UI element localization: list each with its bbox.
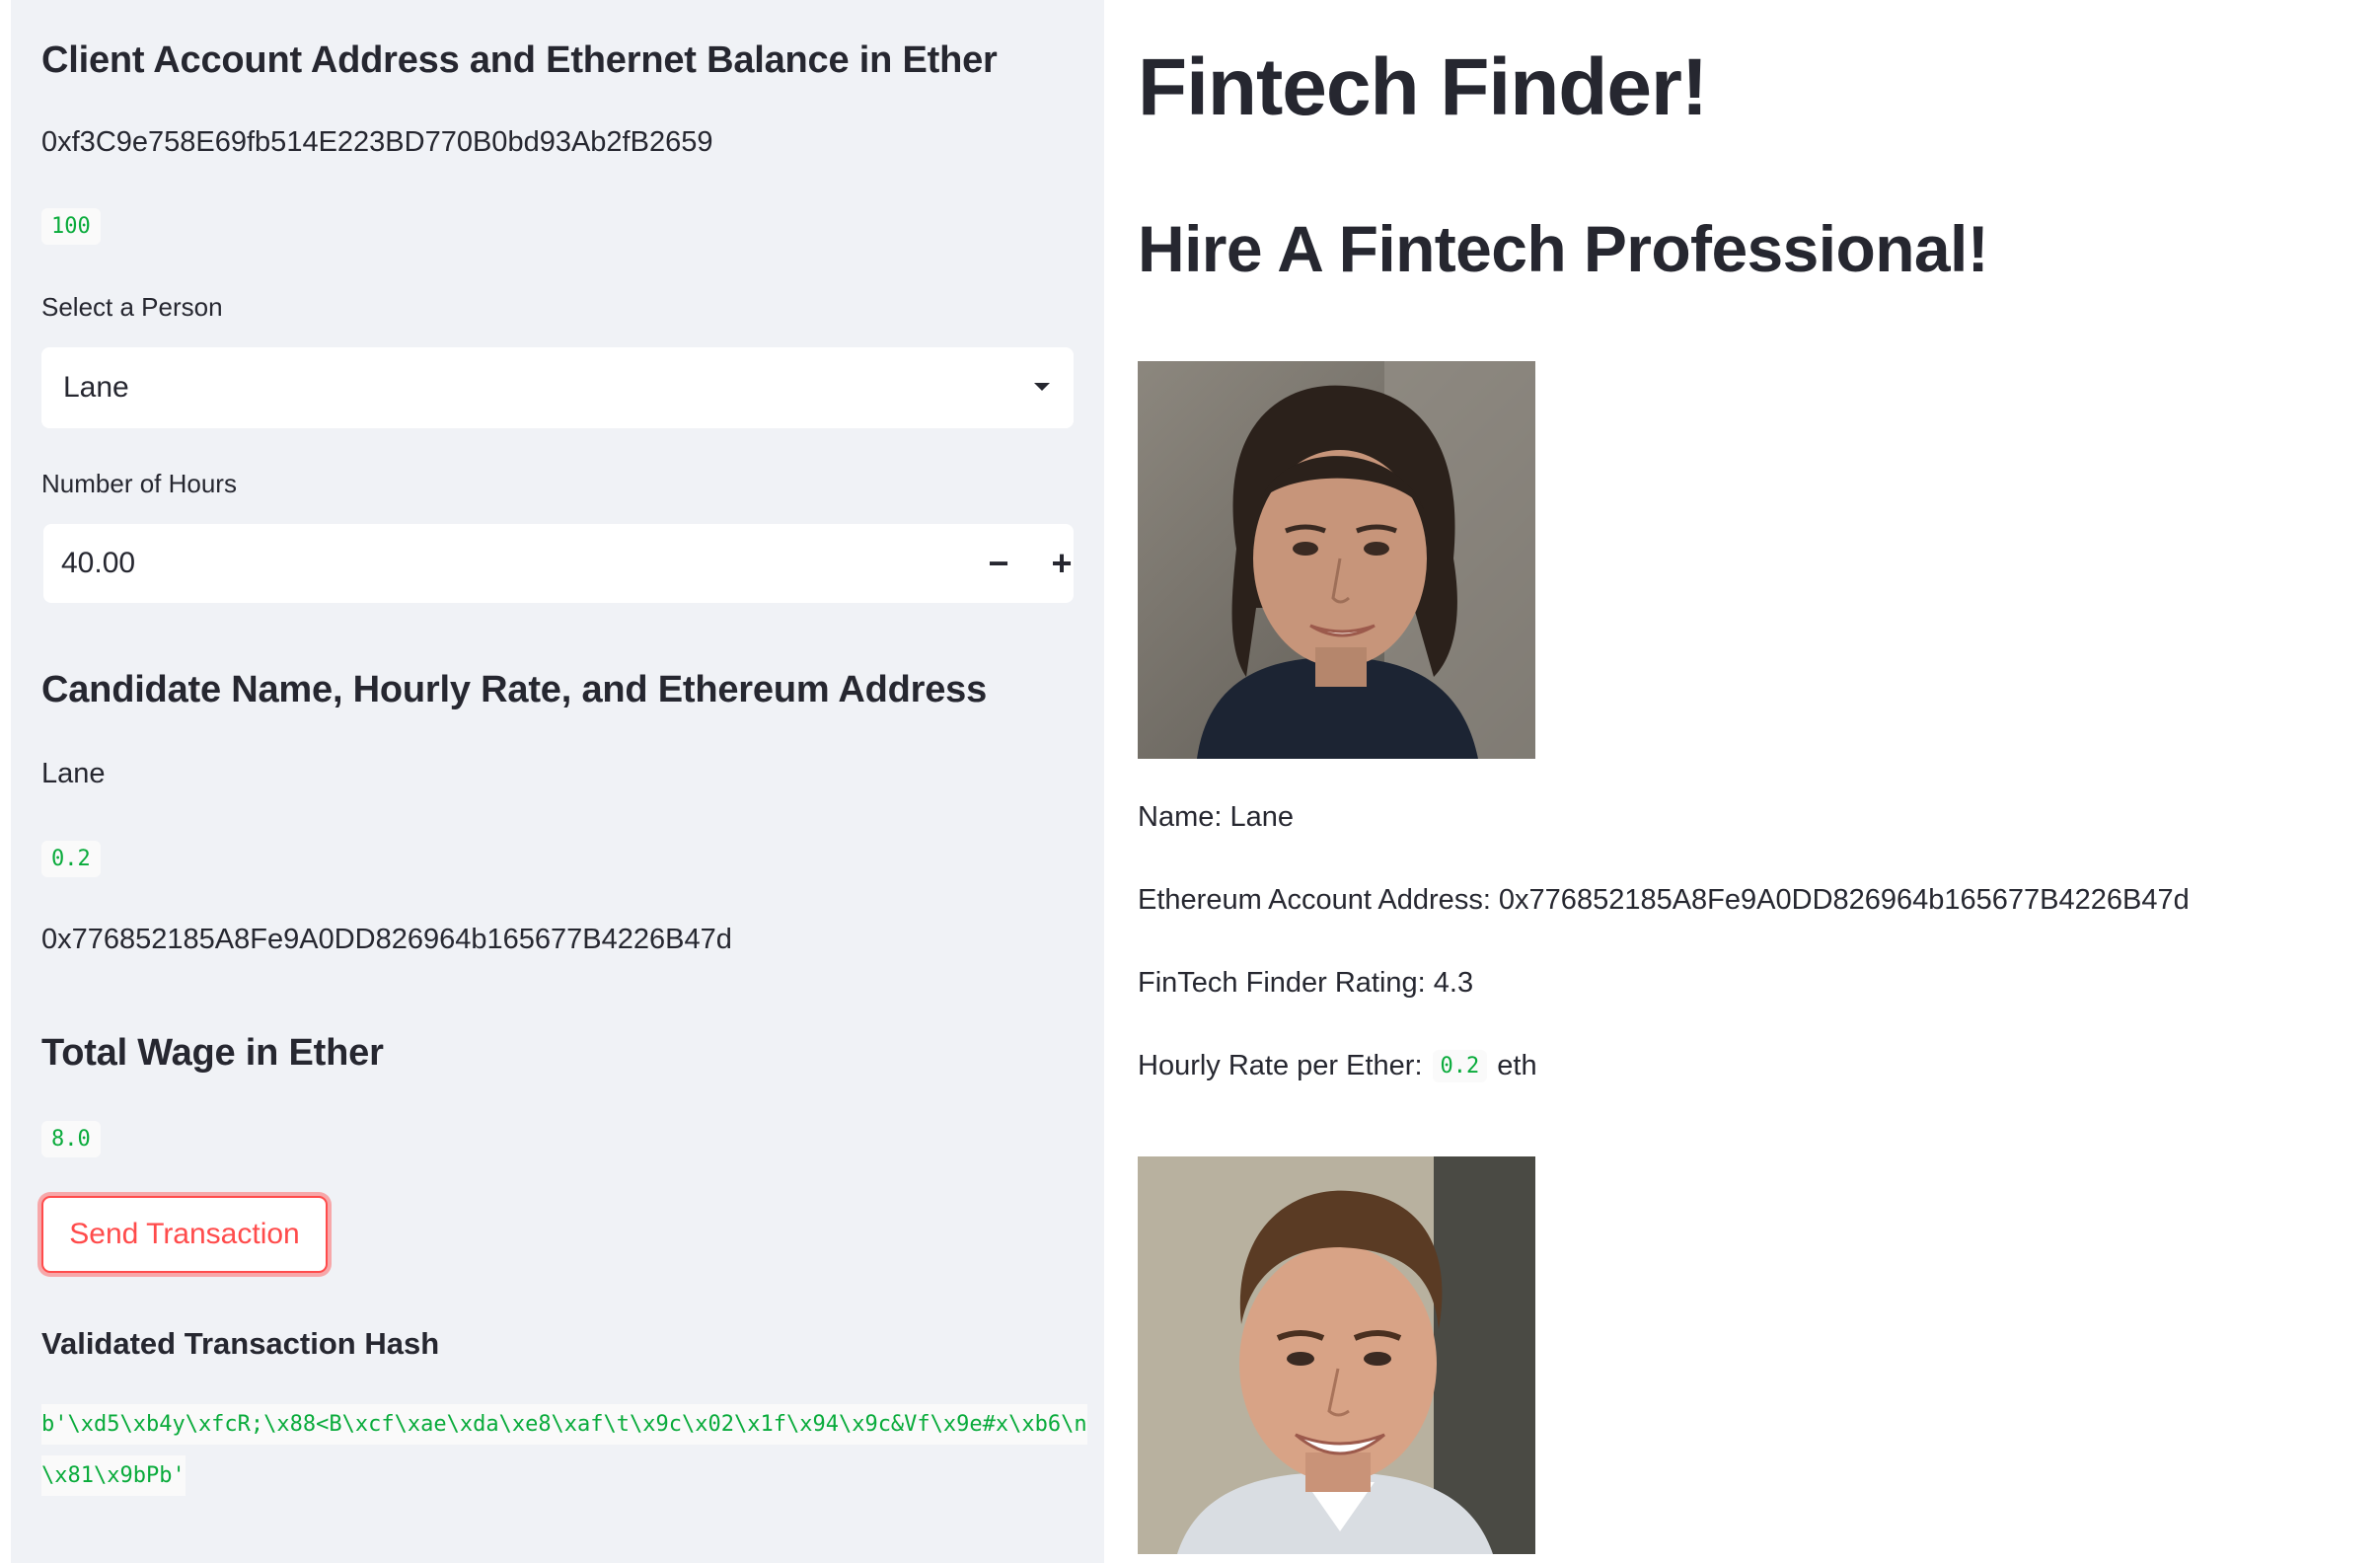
candidate-address: 0x776852185A8Fe9A0DD826964b165677B4226B4… xyxy=(41,924,732,955)
page-subtitle: Hire A Fintech Professional! xyxy=(1138,212,1989,285)
wage-value: 8.0 xyxy=(41,1121,101,1157)
left-gutter xyxy=(0,0,11,1563)
candidate-photo-lane xyxy=(1138,361,1535,759)
candidate-name-line: Name: Lane xyxy=(1138,801,1294,833)
transaction-hash-value: b'\xd5\xb4y\xfcR;\x88<B\xcf\xae\xda\xe8\… xyxy=(41,1404,1087,1496)
candidate-rating-line: FinTech Finder Rating: 4.3 xyxy=(1138,967,1474,999)
candidate-rate: 0.2 xyxy=(41,841,101,877)
main-content: Fintech Finder! Hire A Fintech Professio… xyxy=(1104,0,2380,1563)
candidate-heading: Candidate Name, Hourly Rate, and Ethereu… xyxy=(41,669,988,710)
balance-value: 100 xyxy=(41,208,101,245)
app-root: Client Account Address and Ethernet Bala… xyxy=(0,0,2380,1563)
account-heading: Client Account Address and Ethernet Bala… xyxy=(41,39,998,81)
decrement-button[interactable]: − xyxy=(967,524,1030,603)
hours-input[interactable]: 40.00 xyxy=(61,524,135,603)
hours-label: Number of Hours xyxy=(41,469,237,498)
send-button-wrap: Send Transaction xyxy=(41,1196,328,1273)
send-transaction-button[interactable]: Send Transaction xyxy=(41,1196,328,1273)
sidebar: Client Account Address and Ethernet Bala… xyxy=(11,0,1104,1563)
candidate-address-line: Ethereum Account Address: 0x776852185A8F… xyxy=(1138,884,2190,916)
candidate-rate-line: Hourly Rate per Ether: 0.2 eth xyxy=(1138,1050,1537,1082)
rate-value: 0.2 xyxy=(1432,1050,1488,1082)
account-address: 0xf3C9e758E69fb514E223BD770B0bd93Ab2fB26… xyxy=(41,126,713,158)
candidate-name: Lane xyxy=(41,758,106,789)
candidate-photo-next xyxy=(1138,1156,1535,1554)
wage-heading: Total Wage in Ether xyxy=(41,1032,384,1074)
hash-heading: Validated Transaction Hash xyxy=(41,1326,440,1361)
page-title: Fintech Finder! xyxy=(1138,42,1708,132)
select-person-label: Select a Person xyxy=(41,292,223,322)
rate-prefix: Hourly Rate per Ether: xyxy=(1138,1050,1423,1081)
increment-button[interactable]: + xyxy=(1030,524,1093,603)
person-select-value: Lane xyxy=(63,371,129,404)
transaction-hash: b'\xd5\xb4y\xfcR;\x88<B\xcf\xae\xda\xe8\… xyxy=(41,1399,1087,1502)
hours-stepper: 40.00 − + xyxy=(43,524,1074,603)
person-select[interactable]: Lane xyxy=(41,347,1074,428)
rate-suffix: eth xyxy=(1497,1050,1537,1081)
chevron-down-icon xyxy=(1034,383,1050,391)
